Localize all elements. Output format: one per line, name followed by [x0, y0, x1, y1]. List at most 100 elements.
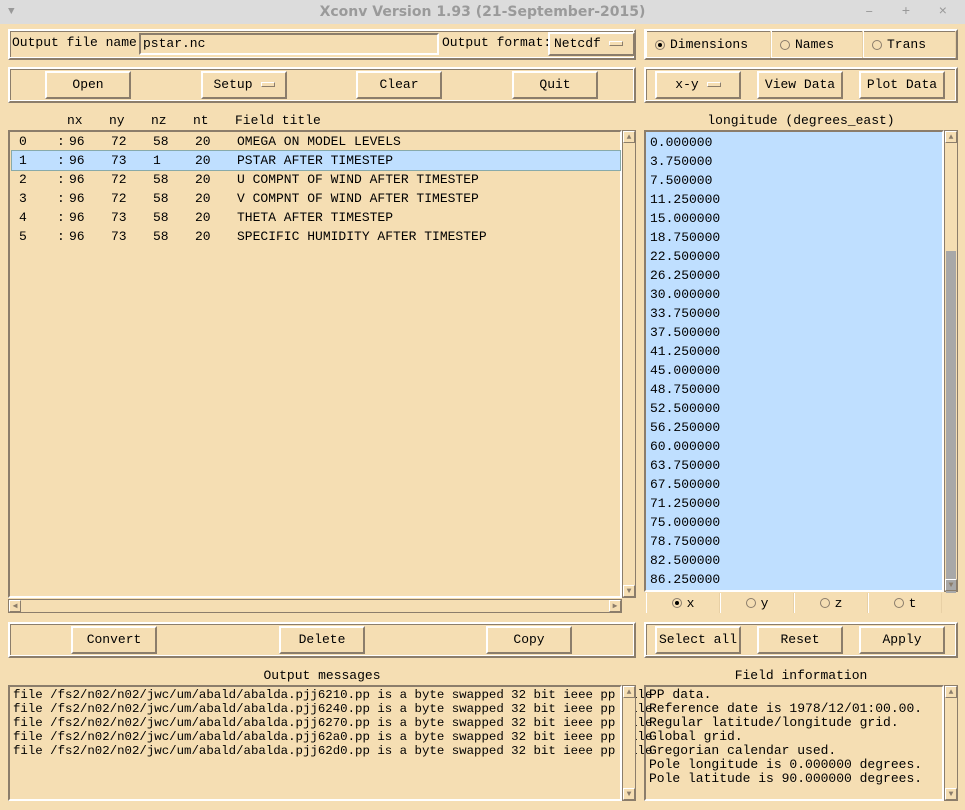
field-nz: 58 — [153, 210, 169, 225]
dimension-value[interactable]: 67.500000 — [650, 475, 720, 494]
field-row[interactable]: 4:96 73 58 20 THETA AFTER TIMESTEP — [12, 208, 620, 227]
field-nt: 20 — [195, 134, 211, 149]
dimension-value[interactable]: 18.750000 — [650, 228, 720, 247]
delete-button[interactable]: Delete — [279, 626, 365, 654]
messages-vscrollbar[interactable]: ▲ ▼ — [622, 685, 636, 801]
dimension-value[interactable]: 82.500000 — [650, 551, 720, 570]
dimension-value[interactable]: 33.750000 — [650, 304, 720, 323]
window-title: Xconv Version 1.93 (21-September-2015) — [319, 4, 646, 20]
dimension-value[interactable]: 7.500000 — [650, 171, 712, 190]
separator: : — [57, 153, 65, 168]
field-ny: 72 — [111, 191, 127, 206]
separator: : — [57, 191, 65, 206]
field-title: THETA AFTER TIMESTEP — [237, 210, 394, 225]
field-row[interactable]: 2:96 72 58 20 U COMPNT OF WIND AFTER TIMESTE… — [12, 170, 620, 189]
scroll-up-icon[interactable]: ▲ — [945, 686, 957, 698]
radio-trans[interactable]: Trans — [863, 31, 956, 58]
dimension-value[interactable]: 41.250000 — [650, 342, 720, 361]
radio-indicator-icon — [745, 598, 756, 608]
field-list-vscrollbar[interactable]: ▲ ▼ — [622, 130, 636, 598]
select-all-button[interactable]: Select all — [655, 626, 741, 654]
output-format-label: Output format: — [442, 35, 552, 50]
scroll-down-icon[interactable]: ▼ — [945, 579, 957, 591]
axis-radio-x[interactable]: x — [646, 593, 720, 613]
dimension-value[interactable]: 86.250000 — [650, 570, 720, 589]
open-button[interactable]: Open — [45, 71, 131, 99]
field-row[interactable]: 1:96 73 1 20 PSTAR AFTER TIMESTEP — [11, 150, 621, 171]
dimension-value[interactable]: 78.750000 — [650, 532, 720, 551]
field-ny: 72 — [111, 134, 127, 149]
field-nt: 20 — [195, 229, 211, 244]
field-information-box[interactable]: PP data. Reference date is 1978/12/01:00.… — [644, 685, 944, 801]
scroll-left-icon[interactable]: ◀ — [9, 600, 21, 612]
field-nx: 96 — [69, 134, 85, 149]
scroll-up-icon[interactable]: ▲ — [623, 686, 635, 698]
dimension-value[interactable]: 75.000000 — [650, 513, 720, 532]
dimension-value[interactable]: 3.750000 — [650, 152, 712, 171]
reset-button[interactable]: Reset — [757, 626, 843, 654]
info-line: Gregorian calendar used. — [649, 743, 837, 758]
output-messages-box[interactable]: file /fs2/n02/n02/jwc/um/abald/abalda.pj… — [8, 685, 652, 801]
dimension-value[interactable]: 71.250000 — [650, 494, 720, 513]
plot-type-menu[interactable]: x-y — [655, 71, 741, 99]
apply-button[interactable]: Apply — [859, 626, 945, 654]
dimension-vscrollbar[interactable]: ▲ ▼ — [944, 130, 958, 593]
radio-indicator-icon — [819, 598, 830, 608]
setup-label: Setup — [213, 77, 253, 92]
dimension-value[interactable]: 60.000000 — [650, 437, 720, 456]
info-line: Global grid. — [649, 729, 743, 744]
scroll-up-icon[interactable]: ▲ — [945, 131, 957, 143]
axis-radio-t[interactable]: t — [868, 593, 942, 613]
dimension-value[interactable]: 30.000000 — [650, 285, 720, 304]
view-data-button[interactable]: View Data — [757, 71, 843, 99]
dimension-value[interactable]: 52.500000 — [650, 399, 720, 418]
field-list-hscrollbar[interactable]: ◀ ▶ — [8, 599, 622, 613]
plot-data-button[interactable]: Plot Data — [859, 71, 945, 99]
scroll-down-icon[interactable]: ▼ — [623, 585, 635, 597]
field-row[interactable]: 0:96 72 58 20 OMEGA ON MODEL LEVELS — [12, 132, 620, 151]
field-nz: 58 — [153, 172, 169, 187]
clear-button[interactable]: Clear — [356, 71, 442, 99]
scroll-down-icon[interactable]: ▼ — [945, 788, 957, 800]
info-line: Regular latitude/longitude grid. — [649, 715, 899, 730]
message-line: file /fs2/n02/n02/jwc/um/abald/abalda.pj… — [13, 744, 653, 758]
dimension-value[interactable]: 63.750000 — [650, 456, 720, 475]
field-list[interactable]: 0:96 72 58 20 OMEGA ON MODEL LEVELS 1:96 73 1 20… — [8, 130, 622, 598]
radio-label: t — [908, 595, 917, 611]
scroll-down-icon[interactable]: ▼ — [623, 788, 635, 800]
quit-button[interactable]: Quit — [512, 71, 598, 99]
message-line: file /fs2/n02/n02/jwc/um/abald/abalda.pj… — [13, 688, 653, 702]
window-menu-icon[interactable]: ▼ — [8, 0, 15, 24]
dimension-value[interactable]: 48.750000 — [650, 380, 720, 399]
dimension-value[interactable]: 37.500000 — [650, 323, 720, 342]
dimension-value[interactable]: 11.250000 — [650, 190, 720, 209]
radio-names[interactable]: Names — [771, 31, 863, 58]
dimension-value[interactable]: 26.250000 — [650, 266, 720, 285]
convert-button[interactable]: Convert — [71, 626, 157, 654]
axis-radio-y[interactable]: y — [720, 593, 794, 613]
scroll-thumb[interactable] — [946, 251, 956, 593]
dimension-value[interactable]: 56.250000 — [650, 418, 720, 437]
dimension-value[interactable]: 22.500000 — [650, 247, 720, 266]
radio-dimensions[interactable]: Dimensions — [646, 31, 771, 58]
info-line: Pole latitude is 90.000000 degrees. — [649, 771, 923, 786]
output-file-input[interactable]: pstar.nc — [139, 33, 439, 55]
dimension-value[interactable]: 45.000000 — [650, 361, 720, 380]
dimension-values-list[interactable]: 0.000000 3.750000 7.500000 11.250000 15.0000… — [644, 130, 944, 592]
copy-button[interactable]: Copy — [486, 626, 572, 654]
info-vscrollbar[interactable]: ▲ ▼ — [944, 685, 958, 801]
window-controls[interactable]: – + × — [865, 0, 957, 24]
field-idx: 2 — [19, 172, 27, 187]
scroll-right-icon[interactable]: ▶ — [609, 600, 621, 612]
output-format-menu[interactable]: Netcdf — [548, 32, 635, 56]
radio-label: z — [834, 595, 843, 611]
field-row[interactable]: 5:96 73 58 20 SPECIFIC HUMIDITY AFTER TIMEST… — [12, 227, 620, 246]
output-messages-title: Output messages — [263, 668, 381, 683]
dimension-value[interactable]: 0.000000 — [650, 133, 712, 152]
axis-radio-z[interactable]: z — [794, 593, 868, 613]
scroll-up-icon[interactable]: ▲ — [623, 131, 635, 143]
setup-menu-button[interactable]: Setup — [201, 71, 287, 99]
dimension-value[interactable]: 15.000000 — [650, 209, 720, 228]
field-row[interactable]: 3:96 72 58 20 V COMPNT OF WIND AFTER TIMESTE… — [12, 189, 620, 208]
field-idx: 5 — [19, 229, 27, 244]
